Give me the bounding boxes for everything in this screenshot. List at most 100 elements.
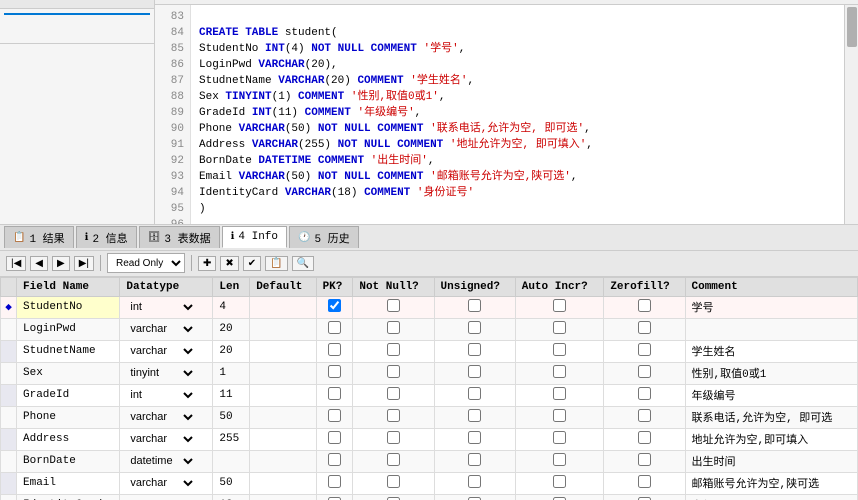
pk-checkbox-2[interactable]	[328, 343, 341, 356]
zerofill-8[interactable]	[604, 472, 685, 494]
unsigned-6[interactable]	[434, 428, 515, 450]
autoinc-checkbox-4[interactable]	[553, 387, 566, 400]
comment-4[interactable]: 年级编号	[685, 384, 858, 406]
tab-history[interactable]: 🕐5 历史	[289, 226, 359, 248]
datatype-9[interactable]: varchar	[120, 494, 213, 500]
field-name-2[interactable]: StudnetName	[17, 340, 120, 362]
pk-2[interactable]	[316, 340, 353, 362]
notnull-checkbox-5[interactable]	[387, 409, 400, 422]
zerofill-checkbox-5[interactable]	[638, 409, 651, 422]
datatype-4[interactable]: int	[120, 384, 213, 406]
unsigned-checkbox-4[interactable]	[468, 387, 481, 400]
autoinc-4[interactable]	[515, 384, 604, 406]
datatype-select-4[interactable]: int	[126, 388, 196, 402]
code-line-13[interactable]	[199, 217, 836, 224]
field-name-8[interactable]: Email	[17, 472, 120, 494]
unsigned-5[interactable]	[434, 406, 515, 428]
notnull-1[interactable]	[353, 318, 434, 340]
len-5[interactable]: 50	[213, 406, 250, 428]
default-1[interactable]	[250, 318, 316, 340]
notnull-checkbox-8[interactable]	[387, 475, 400, 488]
unsigned-1[interactable]	[434, 318, 515, 340]
autoinc-9[interactable]	[515, 494, 604, 500]
data-grid[interactable]: Field NameDatatypeLenDefaultPK?Not Null?…	[0, 277, 858, 500]
datatype-5[interactable]: varchar	[120, 406, 213, 428]
pk-3[interactable]	[316, 362, 353, 384]
default-9[interactable]	[250, 494, 316, 500]
zerofill-checkbox-8[interactable]	[638, 475, 651, 488]
datatype-6[interactable]: varchar	[120, 428, 213, 450]
field-name-0[interactable]: StudentNo	[17, 296, 120, 318]
tab-results[interactable]: 📋1 结果	[4, 226, 74, 248]
notnull-checkbox-4[interactable]	[387, 387, 400, 400]
zerofill-1[interactable]	[604, 318, 685, 340]
notnull-5[interactable]	[353, 406, 434, 428]
autoinc-6[interactable]	[515, 428, 604, 450]
unsigned-8[interactable]	[434, 472, 515, 494]
zerofill-checkbox-7[interactable]	[638, 453, 651, 466]
datatype-3[interactable]: tinyint	[120, 362, 213, 384]
unsigned-checkbox-3[interactable]	[468, 365, 481, 378]
pk-9[interactable]	[316, 494, 353, 500]
datatype-select-1[interactable]: varchar	[126, 322, 196, 336]
datatype-select-5[interactable]: varchar	[126, 410, 196, 424]
notnull-3[interactable]	[353, 362, 434, 384]
col-9[interactable]	[4, 35, 150, 37]
zerofill-3[interactable]	[604, 362, 685, 384]
toolbar-btn-copy[interactable]: 📋	[265, 256, 287, 271]
autoinc-checkbox-5[interactable]	[553, 409, 566, 422]
pk-0[interactable]	[316, 296, 353, 318]
datatype-select-6[interactable]: varchar	[126, 432, 196, 446]
zerofill-checkbox-4[interactable]	[638, 387, 651, 400]
pk-7[interactable]	[316, 450, 353, 472]
autoinc-3[interactable]	[515, 362, 604, 384]
pk-4[interactable]	[316, 384, 353, 406]
ident-item[interactable]	[4, 13, 150, 15]
comment-8[interactable]: 邮箱账号允许为空,陕可选	[685, 472, 858, 494]
len-8[interactable]: 50	[213, 472, 250, 494]
unsigned-checkbox-5[interactable]	[468, 409, 481, 422]
datatype-0[interactable]: int	[120, 296, 213, 318]
datatype-1[interactable]: varchar	[120, 318, 213, 340]
zerofill-checkbox-0[interactable]	[638, 299, 651, 312]
code-line-5[interactable]: Sex TINYINT(1) COMMENT '性别,取值0或1',	[199, 89, 836, 105]
code-editor[interactable]: 8384858687888990919293949596979899100101…	[155, 0, 858, 224]
tab-info[interactable]: ℹ2 信息	[76, 226, 137, 248]
len-9[interactable]: 18	[213, 494, 250, 500]
autoinc-checkbox-1[interactable]	[553, 321, 566, 334]
zerofill-5[interactable]	[604, 406, 685, 428]
notnull-4[interactable]	[353, 384, 434, 406]
notnull-checkbox-7[interactable]	[387, 453, 400, 466]
autoinc-checkbox-6[interactable]	[553, 431, 566, 444]
comment-1[interactable]	[685, 318, 858, 340]
field-name-7[interactable]: BornDate	[17, 450, 120, 472]
default-4[interactable]	[250, 384, 316, 406]
notnull-8[interactable]	[353, 472, 434, 494]
unsigned-checkbox-6[interactable]	[468, 431, 481, 444]
autoinc-5[interactable]	[515, 406, 604, 428]
field-name-3[interactable]: Sex	[17, 362, 120, 384]
default-2[interactable]	[250, 340, 316, 362]
code-line-4[interactable]: StudnetName VARCHAR(20) COMMENT '学生姓名',	[199, 73, 836, 89]
toolbar-btn-prev[interactable]: ◀	[30, 256, 48, 271]
default-8[interactable]	[250, 472, 316, 494]
comment-5[interactable]: 联系电话,允许为空, 即可选	[685, 406, 858, 428]
notnull-checkbox-2[interactable]	[387, 343, 400, 356]
notnull-checkbox-3[interactable]	[387, 365, 400, 378]
code-content[interactable]: 8384858687888990919293949596979899100101…	[155, 5, 858, 224]
zerofill-checkbox-9[interactable]	[638, 497, 651, 500]
autoinc-1[interactable]	[515, 318, 604, 340]
notnull-6[interactable]	[353, 428, 434, 450]
unsigned-7[interactable]	[434, 450, 515, 472]
len-0[interactable]: 4	[213, 296, 250, 318]
pk-6[interactable]	[316, 428, 353, 450]
field-name-4[interactable]: GradeId	[17, 384, 120, 406]
default-7[interactable]	[250, 450, 316, 472]
code-line-10[interactable]: Email VARCHAR(50) NOT NULL COMMENT '邮箱账号…	[199, 169, 836, 185]
zerofill-checkbox-2[interactable]	[638, 343, 651, 356]
notnull-checkbox-1[interactable]	[387, 321, 400, 334]
code-line-7[interactable]: Phone VARCHAR(50) NOT NULL COMMENT '联系电话…	[199, 121, 836, 137]
code-line-12[interactable]: )	[199, 201, 836, 217]
code-line-2[interactable]: StudentNo INT(4) NOT NULL COMMENT '学号',	[199, 41, 836, 57]
code-line-3[interactable]: LoginPwd VARCHAR(20),	[199, 57, 836, 73]
